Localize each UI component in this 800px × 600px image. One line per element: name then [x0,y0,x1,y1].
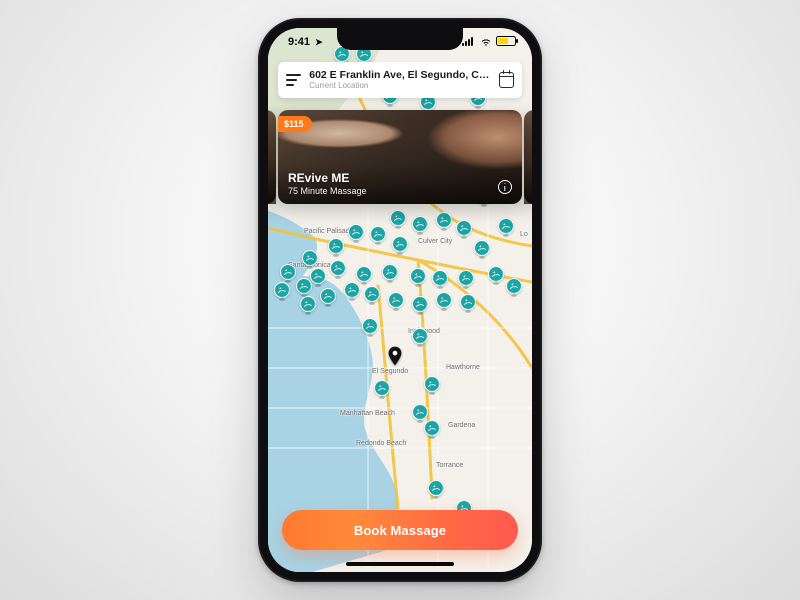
map-pin[interactable] [436,292,452,308]
notch [337,28,463,50]
map-pin[interactable] [274,282,290,298]
map-pin[interactable] [390,210,406,226]
phone-screen: Van NuysPacific PalisadesCulver CitySant… [268,28,532,572]
cta-label: Book Massage [354,523,446,538]
stage: Van NuysPacific PalisadesCulver CitySant… [0,0,800,600]
address-line: 602 E Franklin Ave, El Segundo, CA,… [309,70,490,81]
price-badge: $115 [278,116,312,132]
book-massage-button[interactable]: Book Massage [282,510,518,550]
map-pin[interactable] [458,270,474,286]
map-pin[interactable] [348,224,364,240]
map-pin[interactable] [330,260,346,276]
location-bar[interactable]: 602 E Franklin Ave, El Segundo, CA,… Cur… [278,62,522,98]
calendar-icon[interactable] [499,72,514,88]
map-pin[interactable] [374,380,390,396]
user-location-pin[interactable] [388,346,402,366]
map-pin[interactable] [460,294,476,310]
map-pin[interactable] [356,266,372,282]
promo-card-prev-peek[interactable] [268,110,276,204]
map-pin[interactable] [412,328,428,344]
info-icon[interactable] [498,180,512,194]
map-pin[interactable] [328,238,344,254]
status-time-text: 9:41 [288,36,310,48]
promo-subtitle: 75 Minute Massage [288,186,492,196]
menu-icon[interactable] [286,74,301,86]
map-pin[interactable] [412,216,428,232]
map-pin[interactable] [320,288,336,304]
map-pin[interactable] [310,268,326,284]
map-pin[interactable] [296,278,312,294]
map-pin[interactable] [280,264,296,280]
map-pin[interactable] [432,270,448,286]
map-pin[interactable] [424,376,440,392]
map-pin[interactable] [498,218,514,234]
location-text[interactable]: 602 E Franklin Ave, El Segundo, CA,… Cur… [301,70,498,90]
map-pin[interactable] [456,220,472,236]
map-pin[interactable] [382,264,398,280]
map-pin[interactable] [302,250,318,266]
map-pin[interactable] [410,268,426,284]
map-pin[interactable] [412,404,428,420]
map-pin[interactable] [364,286,380,302]
map-pin[interactable] [344,282,360,298]
map-pin[interactable] [362,318,378,334]
map-pin[interactable] [300,296,316,312]
home-indicator[interactable] [346,562,454,566]
phone-frame: Van NuysPacific PalisadesCulver CitySant… [258,18,542,582]
cell-signal-icon [462,36,476,46]
promo-title: REvive ME [288,171,492,185]
map-pin[interactable] [370,226,386,242]
map-pin[interactable] [436,212,452,228]
status-time: 9:41 ➤ [288,36,323,48]
map-pin[interactable] [412,296,428,312]
map-pin[interactable] [388,292,404,308]
location-arrow-icon: ➤ [315,37,323,48]
promo-card[interactable]: $115 REvive ME 75 Minute Massage [278,110,522,204]
wifi-icon [480,36,492,46]
map-pin[interactable] [424,420,440,436]
promo-card-next-peek[interactable] [524,110,532,204]
map-pin[interactable] [506,278,522,294]
map-pin[interactable] [392,236,408,252]
map-pin[interactable] [428,480,444,496]
map-pin[interactable] [488,266,504,282]
map-pin[interactable] [474,240,490,256]
battery-icon [496,36,516,46]
address-sub: Current Location [309,82,490,90]
